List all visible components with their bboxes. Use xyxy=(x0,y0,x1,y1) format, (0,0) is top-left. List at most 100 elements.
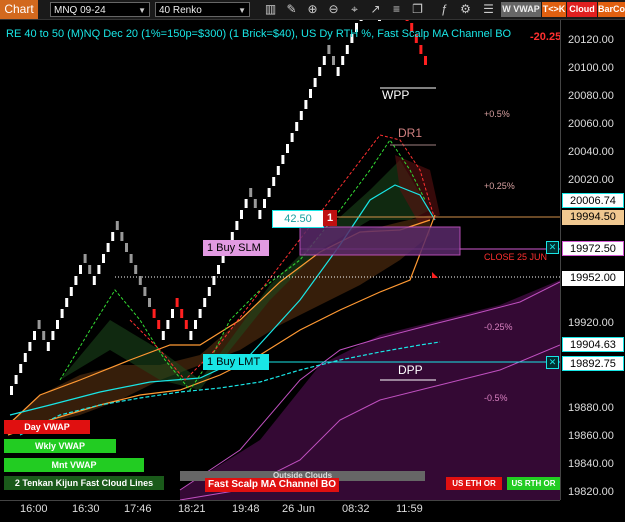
renko-brick xyxy=(304,100,308,109)
buy-lmt-order[interactable]: 1 Buy LMT xyxy=(203,354,269,370)
renko-brick xyxy=(88,265,92,274)
cloud-button[interactable]: Cloud xyxy=(567,2,597,17)
renko-brick xyxy=(157,320,161,329)
time-tick: 16:00 xyxy=(20,503,48,515)
buy-slm-order[interactable]: 1 Buy SLM xyxy=(203,240,269,256)
time-tick: 17:46 xyxy=(124,503,152,515)
us-rth-legend[interactable]: US RTH OR xyxy=(507,477,560,490)
renko-brick xyxy=(120,232,124,241)
dr1-label: DR1 xyxy=(398,126,423,140)
renko-brick xyxy=(138,276,142,285)
time-tick: 11:59 xyxy=(396,503,423,515)
window-icon[interactable]: ❐ xyxy=(409,1,426,18)
cancel-slm-icon[interactable]: ✕ xyxy=(546,241,559,254)
zoom-out-icon[interactable]: ⊖ xyxy=(325,1,342,18)
renko-brick xyxy=(378,20,381,21)
barco-button[interactable]: BarCo xyxy=(598,2,625,17)
renko-brick xyxy=(405,20,409,21)
renko-brick xyxy=(281,155,285,164)
pct-minus-05: -0.5% xyxy=(484,393,508,403)
crosshair-icon[interactable]: ⌖ xyxy=(346,1,363,18)
price-tag-19904: 19904.63 xyxy=(562,337,624,352)
renko-brick xyxy=(203,298,207,307)
renko-brick xyxy=(166,320,170,329)
renko-brick xyxy=(10,386,13,395)
renko-brick xyxy=(14,375,18,384)
renko-brick xyxy=(51,331,55,340)
price-tick: 19820.00 xyxy=(568,486,614,498)
renko-brick xyxy=(74,276,78,285)
price-tag-19972: 19972.50 xyxy=(562,241,624,256)
stack-icon[interactable]: ≡ xyxy=(388,1,405,18)
close-marker xyxy=(432,272,438,278)
renko-brick xyxy=(322,56,326,65)
renko-brick xyxy=(175,298,179,307)
renko-brick xyxy=(42,331,46,340)
order-count-box[interactable]: 1 xyxy=(323,210,337,226)
renko-brick xyxy=(207,287,211,296)
fast-scalp-legend[interactable]: Fast Scalp MA Channel BO xyxy=(205,478,339,492)
drawing-tools-icon[interactable]: ↗ xyxy=(367,1,384,18)
price-tag-19892: 19892.75 xyxy=(562,356,624,371)
renko-brick xyxy=(258,210,262,219)
renko-brick xyxy=(217,265,220,274)
wvwap-button[interactable]: W VWAP xyxy=(501,2,541,17)
renko-brick xyxy=(184,320,188,329)
chart-title: RE 40 to 50 (M)NQ Dec 20 (1%=150p=$300) … xyxy=(6,28,512,40)
wpp-label: WPP xyxy=(382,88,410,102)
renko-brick xyxy=(23,353,27,362)
renko-brick xyxy=(37,320,41,329)
bar-chart-icon[interactable]: ▥ xyxy=(262,1,279,18)
kijun-legend[interactable]: 2 Tenkan Kijun Fast Cloud Lines xyxy=(4,476,164,490)
price-tag-19994: 19994.50 xyxy=(562,210,624,225)
order-quantity-box[interactable]: 42.50 xyxy=(272,210,324,228)
renko-brick xyxy=(115,221,119,230)
price-tick: 20020.00 xyxy=(568,174,614,186)
renko-brick xyxy=(125,243,128,252)
pct-plus-025: +0.25% xyxy=(484,181,515,191)
toolbar: Chart MNQ 09-24 ▼ 40 Renko ▼ ▥ ✎ ⊕ ⊖ ⌖ ↗… xyxy=(0,0,625,20)
price-tag-19952: 19952.00 xyxy=(562,271,624,286)
draw-tool-icon[interactable]: ✎ xyxy=(283,1,300,18)
renko-brick xyxy=(92,276,96,285)
strategy-icon[interactable]: ⚙ xyxy=(457,1,474,18)
renko-brick xyxy=(134,265,138,274)
renko-brick xyxy=(263,199,266,208)
renko-brick xyxy=(79,265,82,274)
renko-brick xyxy=(33,331,36,340)
cancel-lmt-icon[interactable]: ✕ xyxy=(546,356,559,369)
price-tick: 19920.00 xyxy=(568,317,614,329)
chart-tab[interactable]: Chart xyxy=(0,0,38,19)
renko-brick xyxy=(313,78,317,87)
properties-icon[interactable]: ☰ xyxy=(480,1,497,18)
instrument-selector[interactable]: MNQ 09-24 ▼ xyxy=(50,2,150,17)
us-eth-legend[interactable]: US ETH OR xyxy=(446,477,502,490)
renko-brick xyxy=(299,111,303,120)
renko-brick xyxy=(106,243,110,252)
renko-brick xyxy=(60,309,64,318)
tk-button[interactable]: T<>K xyxy=(542,2,566,17)
day-vwap-legend[interactable]: Day VWAP xyxy=(4,420,90,434)
renko-brick xyxy=(272,177,276,186)
bar-type-selector[interactable]: 40 Renko ▼ xyxy=(155,2,250,17)
renko-brick xyxy=(161,331,165,340)
renko-brick xyxy=(97,265,101,274)
mnt-vwap-legend[interactable]: Mnt VWAP xyxy=(4,458,144,472)
renko-brick xyxy=(327,45,331,54)
renko-brick xyxy=(46,342,50,351)
price-tag-20006: 20006.74 xyxy=(562,193,624,208)
renko-brick xyxy=(56,320,59,329)
price-tick: 19880.00 xyxy=(568,402,614,414)
bar-type-label: 40 Renko xyxy=(159,5,202,16)
zoom-in-icon[interactable]: ⊕ xyxy=(304,1,321,18)
price-tick: 20040.00 xyxy=(568,146,614,158)
time-tick: 16:30 xyxy=(72,503,100,515)
time-tick: 08:32 xyxy=(342,503,370,515)
indicator-icon[interactable]: ƒ xyxy=(436,1,453,18)
renko-brick xyxy=(198,309,202,318)
renko-brick xyxy=(28,342,32,351)
renko-brick xyxy=(194,320,197,329)
wkly-vwap-legend[interactable]: Wkly VWAP xyxy=(4,439,116,453)
renko-brick xyxy=(235,221,239,230)
order-zone xyxy=(299,226,461,256)
